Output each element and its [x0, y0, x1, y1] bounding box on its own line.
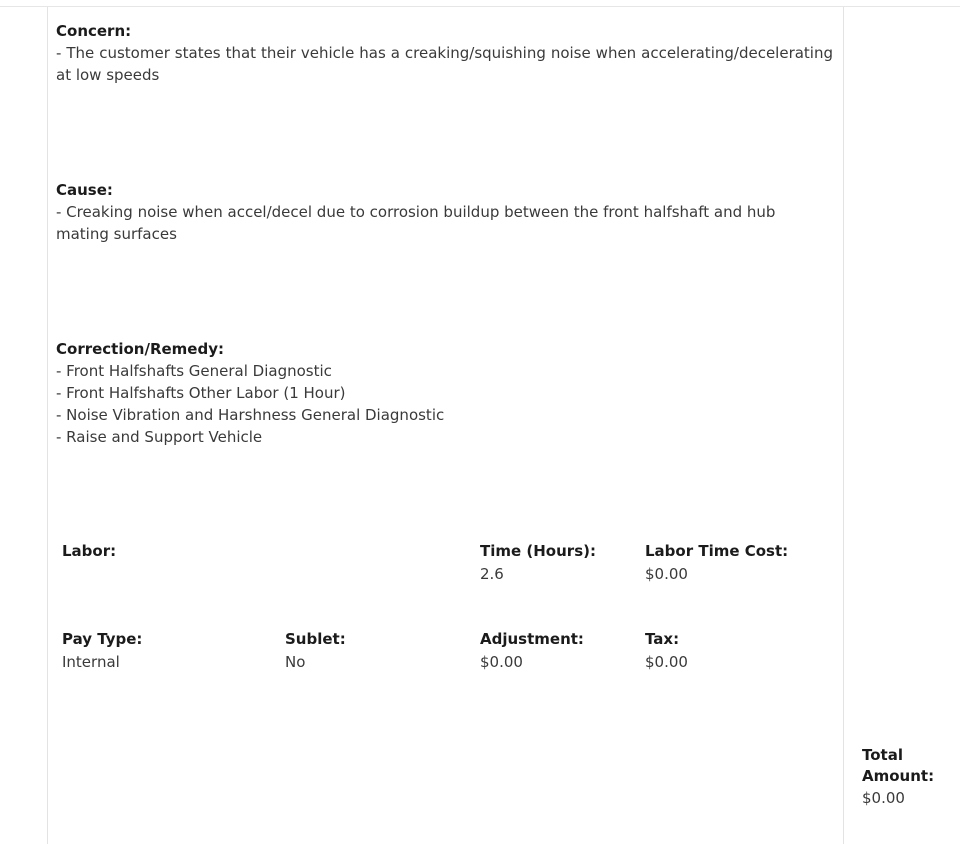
total-amount-cell: Total Amount: $0.00	[844, 7, 960, 844]
concern-heading: Concern:	[56, 22, 132, 40]
cause-heading: Cause:	[56, 181, 113, 199]
time-hours-label: Time (Hours):	[480, 542, 596, 560]
pay-type-label: Pay Type:	[62, 630, 143, 648]
list-item: - Noise Vibration and Harshness General …	[56, 406, 445, 424]
list-item: - Raise and Support Vehicle	[56, 428, 263, 446]
concern-section: Concern: - The customer states that thei…	[56, 21, 833, 86]
pay-type-value: Internal	[62, 653, 120, 671]
adjustment-field: Adjustment: $0.00	[480, 628, 584, 674]
cause-section: Cause: - Creaking noise when accel/decel…	[56, 180, 833, 245]
correction-remedy-section: Correction/Remedy: - Front Halfshafts Ge…	[56, 339, 833, 448]
labor-time-cost-label: Labor Time Cost:	[645, 542, 789, 560]
sublet-value: No	[285, 653, 306, 671]
adjustment-label: Adjustment:	[480, 630, 584, 648]
total-amount-value: $0.00	[862, 789, 905, 807]
tax-value: $0.00	[645, 653, 688, 671]
total-amount-label-line1: Total	[862, 746, 903, 764]
cause-text: - Creaking noise when accel/decel due to…	[56, 203, 776, 243]
labor-row: Labor: Time (Hours): 2.6 Labor Time Cost…	[56, 540, 833, 588]
labor-time-cost-value: $0.00	[645, 565, 688, 583]
concern-spacer	[56, 86, 833, 180]
cause-spacer	[56, 245, 833, 339]
sublet-field: Sublet: No	[285, 628, 346, 674]
adjustment-value: $0.00	[480, 653, 523, 671]
sublet-label: Sublet:	[285, 630, 346, 648]
labor-field: Labor:	[62, 540, 116, 562]
total-amount-block: Total Amount: $0.00	[862, 745, 958, 809]
list-item: - Front Halfshafts General Diagnostic	[56, 362, 332, 380]
main-content-cell: Concern: - The customer states that thei…	[48, 7, 843, 844]
time-hours-value: 2.6	[480, 565, 504, 583]
labor-time-cost-field: Labor Time Cost: $0.00	[645, 540, 788, 586]
labor-pay-spacer	[56, 588, 833, 628]
total-amount-label-line2: Amount:	[862, 767, 935, 785]
time-hours-field: Time (Hours): 2.6	[480, 540, 596, 586]
repair-order-page: Concern: - The customer states that thei…	[0, 0, 960, 844]
remedy-spacer	[56, 448, 833, 540]
labor-label: Labor:	[62, 542, 117, 560]
list-item: - Front Halfshafts Other Labor (1 Hour)	[56, 384, 346, 402]
pay-type-field: Pay Type: Internal	[62, 628, 142, 674]
correction-remedy-heading: Correction/Remedy:	[56, 340, 224, 358]
pay-type-row: Pay Type: Internal Sublet: No Adjustment…	[56, 628, 833, 676]
tax-label: Tax:	[645, 630, 680, 648]
correction-remedy-list: - Front Halfshafts General Diagnostic - …	[56, 360, 833, 448]
tax-field: Tax: $0.00	[645, 628, 688, 674]
concern-text: - The customer states that their vehicle…	[56, 44, 833, 84]
